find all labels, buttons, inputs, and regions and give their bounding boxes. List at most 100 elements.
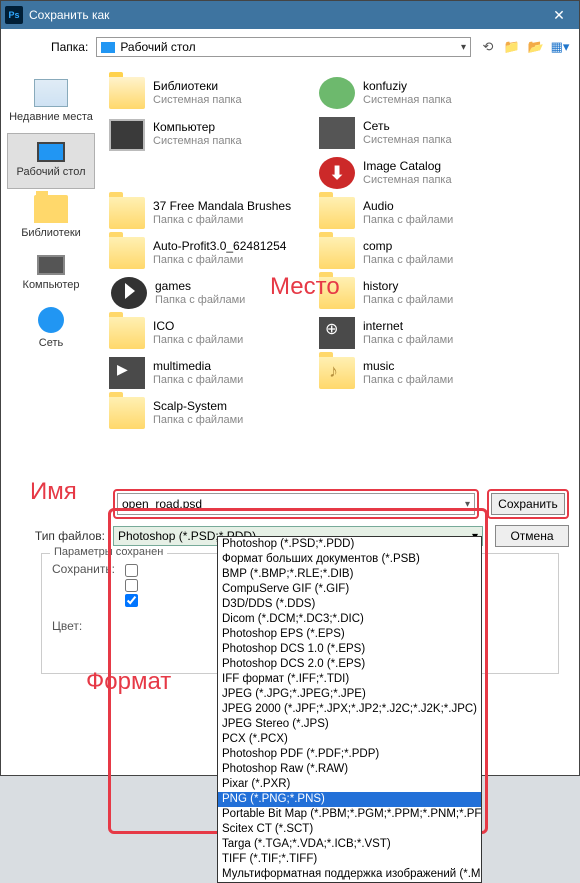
file-sub: Папка с файлами	[153, 413, 243, 427]
filetype-option[interactable]: Scitex CT (*.SCT)	[218, 822, 481, 837]
file-item[interactable]: КомпьютерСистемная папка	[107, 113, 317, 155]
file-sub: Папка с файлами	[153, 253, 286, 267]
sidebar-recent[interactable]: Недавние места	[1, 73, 101, 133]
file-item[interactable]: ICOПапка с файлами	[107, 313, 317, 353]
desktop-icon	[101, 42, 115, 53]
computer-icon	[37, 255, 65, 275]
filetype-option[interactable]: Dicom (*.DCM;*.DC3;*.DIC)	[218, 612, 481, 627]
folder-icon	[319, 277, 355, 309]
new-folder-icon[interactable]: 📂	[527, 38, 545, 56]
file-name: Scalp-System	[153, 399, 243, 413]
filetype-option[interactable]: CompuServe GIF (*.GIF)	[218, 582, 481, 597]
view-menu-icon[interactable]: ▦▾	[551, 38, 569, 56]
folder-icon	[109, 197, 145, 229]
sidebar-computer[interactable]: Компьютер	[1, 249, 101, 301]
filetype-option[interactable]: Photoshop PDF (*.PDF;*.PDP)	[218, 747, 481, 762]
photoshop-icon: Ps	[5, 6, 23, 24]
file-name: internet	[363, 319, 453, 333]
filetype-option[interactable]: BMP (*.BMP;*.RLE;*.DIB)	[218, 567, 481, 582]
filetype-option[interactable]: TIFF (*.TIF;*.TIFF)	[218, 852, 481, 867]
save-chk-2[interactable]	[125, 579, 138, 592]
sidebar-network[interactable]: Сеть	[1, 301, 101, 359]
music-icon	[319, 357, 355, 389]
file-sub: Папка с файлами	[363, 333, 453, 347]
file-name: Библиотеки	[153, 79, 242, 93]
file-item[interactable]: multimediaПапка с файлами	[107, 353, 317, 393]
sidebar-libraries[interactable]: Библиотеки	[1, 189, 101, 249]
filetype-option[interactable]: Photoshop EPS (*.EPS)	[218, 627, 481, 642]
file-item[interactable]: musicПапка с файлами	[317, 353, 527, 393]
file-name: ICO	[153, 319, 243, 333]
file-name: konfuziy	[363, 79, 452, 93]
comp-icon	[109, 119, 145, 151]
close-button[interactable]: ✕	[539, 1, 579, 29]
file-sub: Системная папка	[153, 134, 242, 148]
folder-icon	[109, 397, 145, 429]
file-item[interactable]: AudioПапка с файлами	[317, 193, 527, 233]
filetype-option[interactable]: Мультиформатная поддержка изображений (*…	[218, 867, 481, 882]
file-item[interactable]: compПапка с файлами	[317, 233, 527, 273]
file-sub: Папка с файлами	[363, 253, 453, 267]
folder-label: Папка:	[51, 40, 88, 54]
back-icon[interactable]: ⟲	[479, 38, 497, 56]
save-chk-3[interactable]	[125, 594, 138, 607]
filetype-option[interactable]: D3D/DDS (*.DDS)	[218, 597, 481, 612]
up-icon[interactable]: 📁	[503, 38, 521, 56]
file-item[interactable]: Scalp-SystemПапка с файлами	[107, 393, 317, 433]
save-button[interactable]: Сохранить	[491, 493, 565, 515]
filetype-option[interactable]: Photoshop DCS 1.0 (*.EPS)	[218, 642, 481, 657]
file-item[interactable]: БиблиотекиСистемная папка	[107, 73, 317, 113]
file-name: multimedia	[153, 359, 243, 373]
filetype-option[interactable]: Формат больших документов (*.PSB)	[218, 552, 481, 567]
folder-icon	[109, 317, 145, 349]
net2-icon	[319, 317, 355, 349]
filetype-option[interactable]: IFF формат (*.IFF;*.TDI)	[218, 672, 481, 687]
filetype-option[interactable]: JPEG 2000 (*.JPF;*.JPX;*.JP2;*.J2C;*.J2K…	[218, 702, 481, 717]
save-chk-1[interactable]	[125, 564, 138, 577]
file-name: Сеть	[363, 119, 452, 133]
file-sub: Папка с файлами	[363, 373, 453, 387]
file-item[interactable]: ⬇Image CatalogСистемная папка	[317, 153, 527, 193]
filetype-option[interactable]: Targa (*.TGA;*.VDA;*.ICB;*.VST)	[218, 837, 481, 852]
recent-places-icon	[34, 79, 68, 107]
cancel-button[interactable]: Отмена	[495, 525, 569, 547]
filetype-option[interactable]: PCX (*.PCX)	[218, 732, 481, 747]
filetype-option[interactable]: Pixar (*.PXR)	[218, 777, 481, 792]
filetype-label: Тип файлов:	[11, 529, 105, 543]
filetype-option[interactable]: JPEG Stereo (*.JPS)	[218, 717, 481, 732]
file-item[interactable]: gamesПапка с файлами	[107, 273, 317, 313]
file-sub: Папка с файлами	[363, 293, 453, 307]
filetype-dropdown[interactable]: Photoshop (*.PSD;*.PDD)Формат больших до…	[217, 536, 482, 883]
filetype-option[interactable]: JPEG (*.JPG;*.JPEG;*.JPE)	[218, 687, 481, 702]
file-item[interactable]: historyПапка с файлами	[317, 273, 527, 313]
file-name: comp	[363, 239, 453, 253]
file-item[interactable]: Auto-Profit3.0_62481254Папка с файлами	[107, 233, 317, 273]
window-title: Сохранить как	[29, 8, 539, 22]
filetype-option[interactable]: Photoshop Raw (*.RAW)	[218, 762, 481, 777]
file-item[interactable]: СетьСистемная папка	[317, 113, 527, 153]
filetype-option[interactable]: PNG (*.PNG;*.PNS)	[218, 792, 481, 807]
filename-input[interactable]: open_road.psd ▾	[117, 493, 475, 515]
file-name: music	[363, 359, 453, 373]
save-button-highlight: Сохранить	[487, 489, 569, 519]
folder-icon	[319, 237, 355, 269]
file-name: games	[155, 279, 245, 293]
chevron-down-icon[interactable]: ▾	[465, 499, 470, 510]
filetype-option[interactable]: Photoshop (*.PSD;*.PDD)	[218, 537, 481, 552]
filetype-option[interactable]: Portable Bit Map (*.PBM;*.PGM;*.PPM;*.PN…	[218, 807, 481, 822]
file-sub: Папка с файлами	[363, 213, 453, 227]
filename-highlight: open_road.psd ▾	[113, 489, 479, 519]
mm-icon	[109, 357, 145, 389]
filetype-option[interactable]: Photoshop DCS 2.0 (*.EPS)	[218, 657, 481, 672]
folder-icon	[109, 237, 145, 269]
games-icon	[111, 277, 147, 309]
file-name: Audio	[363, 199, 453, 213]
folder-combo[interactable]: Рабочий стол ▾	[96, 37, 471, 57]
nav-toolbar: ⟲ 📁 📂 ▦▾	[479, 38, 569, 56]
folder-row: Папка: Рабочий стол ▾ ⟲ 📁 📂 ▦▾	[1, 29, 579, 65]
file-item[interactable]: konfuziyСистемная папка	[317, 73, 527, 113]
file-item[interactable]: 37 Free Mandala BrushesПапка с файлами	[107, 193, 317, 233]
sidebar-desktop[interactable]: Рабочий стол	[7, 133, 95, 189]
file-list[interactable]: БиблиотекиСистемная папкаkonfuziyСистемн…	[101, 65, 579, 485]
file-item[interactable]: internetПапка с файлами	[317, 313, 527, 353]
